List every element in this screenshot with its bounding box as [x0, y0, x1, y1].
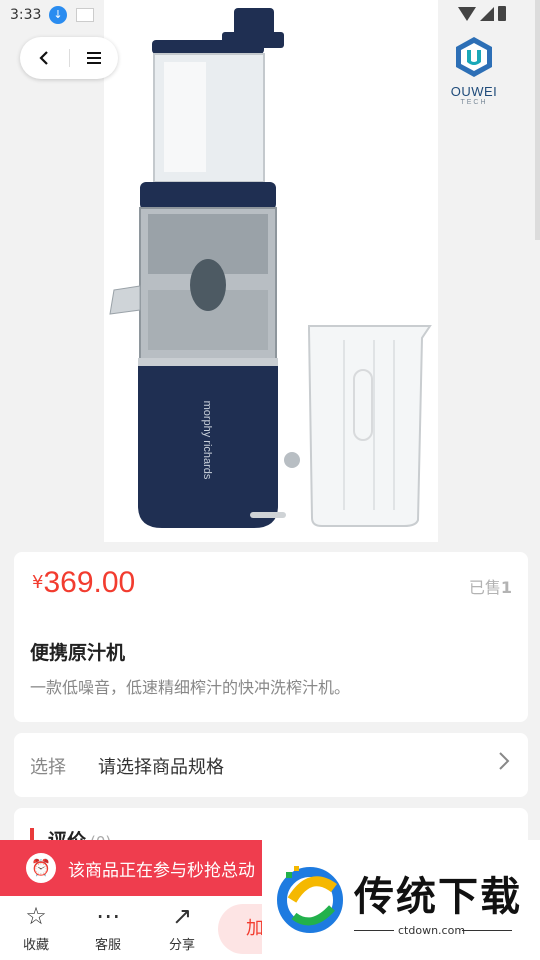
svg-text:morphy richards: morphy richards: [201, 401, 213, 480]
product-title: 便携原汁机: [30, 642, 126, 664]
flash-sale-text: 该商品正在参与秒抢总动: [68, 860, 255, 881]
service-label: 客服: [94, 938, 121, 953]
wifi-icon: [458, 6, 476, 21]
image-margin-left: [0, 0, 104, 542]
product-price: ¥369.00: [32, 566, 135, 600]
watermark-url: ctdown.com: [398, 924, 466, 937]
signal-icon: [480, 6, 494, 21]
scroll-indicator: [535, 0, 540, 240]
brand-subtitle: TECH: [460, 99, 488, 106]
spec-selector[interactable]: 选择 请选择商品规格: [14, 733, 528, 797]
brand-name: OUWEI: [450, 84, 498, 99]
favorite-button[interactable]: ☆ 收藏: [10, 902, 62, 953]
chat-icon: ⋯: [96, 902, 120, 930]
product-description: 一款低噪音，低速精细榨汁的快冲洗榨汁机。: [30, 678, 351, 697]
favorite-label: 收藏: [22, 938, 49, 953]
sold-label: 已售: [468, 578, 501, 597]
watermark-logo-icon: [277, 866, 343, 933]
brand-logo: OUWEI TECH: [446, 36, 502, 112]
shield-logo-icon: [456, 37, 492, 77]
product-photo[interactable]: morphy richards: [104, 0, 438, 542]
watermark-line-left: [354, 930, 394, 931]
status-bar: 3:33 ↓: [0, 0, 540, 32]
price-value: 369.00: [43, 566, 136, 599]
chevron-left-icon: [39, 51, 49, 65]
battery-icon: [498, 6, 506, 21]
share-icon: ↗: [171, 902, 193, 930]
back-button[interactable]: [20, 37, 69, 79]
product-image-area: morphy richards OUWEI TECH: [0, 0, 540, 542]
menu-button[interactable]: [69, 37, 118, 79]
watermark-overlay: 传统下载 ctdown.com: [262, 840, 540, 960]
price-card: ¥369.00 已售1 便携原汁机 一款低噪音，低速精细榨汁的快冲洗榨汁机。: [14, 552, 528, 722]
download-icon: ↓: [49, 6, 67, 24]
chevron-right-icon: [499, 752, 510, 770]
sold-number: 1: [500, 578, 512, 597]
nav-capsule: [20, 37, 118, 79]
watermark-line-right: [462, 930, 512, 931]
app-notification-icon: [76, 8, 94, 22]
alarm-clock-icon: ⏰: [26, 853, 56, 883]
menu-icon: [86, 52, 101, 64]
star-icon: ☆: [25, 902, 47, 930]
status-icons: [458, 6, 506, 21]
customer-service-button[interactable]: ⋯ 客服: [82, 902, 134, 953]
currency-symbol: ¥: [32, 572, 44, 593]
watermark-text: 传统下载: [354, 874, 522, 920]
sold-count: 已售1: [469, 574, 512, 598]
flash-sale-banner[interactable]: ⏰ 该商品正在参与秒抢总动: [0, 840, 262, 896]
share-label: 分享: [168, 938, 195, 953]
spec-label: 选择: [30, 757, 66, 778]
status-time: 3:33: [10, 7, 42, 23]
spec-value: 请选择商品规格: [98, 757, 224, 778]
share-button[interactable]: ↗ 分享: [156, 902, 208, 953]
